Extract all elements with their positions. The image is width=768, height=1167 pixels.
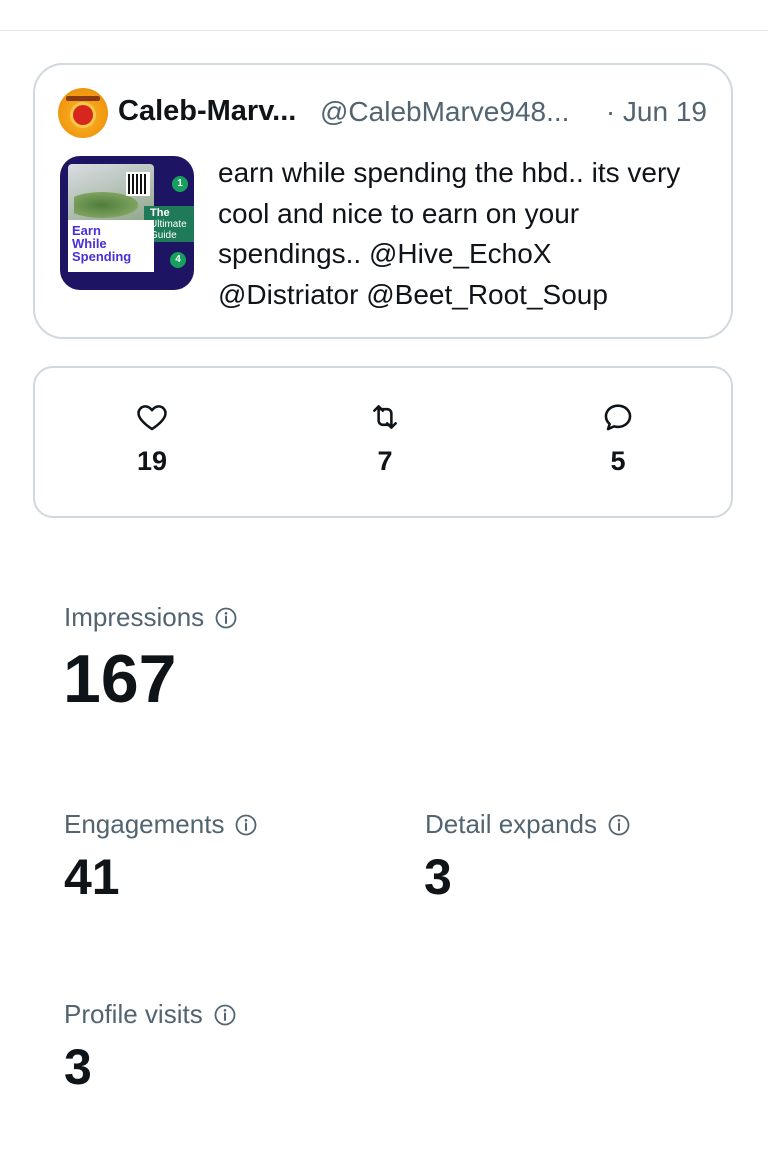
author-handle[interactable]: @CalebMarve948...: [320, 96, 569, 128]
like-action[interactable]: 19: [112, 400, 192, 477]
detail-expands-label: Detail expands: [425, 809, 631, 840]
like-count: 19: [136, 446, 168, 476]
tweet-date[interactable]: · Jun 19: [606, 96, 707, 128]
avatar-emblem: [73, 105, 93, 125]
engagements-value: 41: [64, 849, 120, 905]
qr-code-icon: [126, 172, 150, 196]
info-icon[interactable]: [214, 606, 238, 630]
repost-icon: [373, 405, 397, 429]
author-name[interactable]: Caleb-Marv...: [118, 95, 296, 128]
engagement-card: 19 7 5: [33, 366, 733, 518]
reply-count: 5: [610, 446, 626, 476]
detail-expands-value: 3: [424, 849, 452, 905]
guide-line-1: The: [150, 207, 170, 219]
info-icon[interactable]: [607, 813, 631, 837]
avatar[interactable]: [58, 88, 108, 138]
info-icon[interactable]: [234, 813, 258, 837]
top-divider: [0, 30, 768, 31]
heart-icon: [137, 405, 167, 431]
reply-icon: [604, 404, 632, 431]
guide-line-3: Guide: [150, 230, 177, 241]
headline-line-3: Spending: [72, 249, 132, 264]
profile-visits-label-text: Profile visits: [64, 999, 203, 1029]
step-badge-1: 1: [172, 176, 188, 192]
detail-expands-label-text: Detail expands: [425, 809, 597, 839]
tweet-media-thumbnail[interactable]: The Ultimate Guide Earn While Spending 1…: [60, 156, 194, 290]
engagements-label-text: Engagements: [64, 809, 225, 839]
repost-count: 7: [377, 446, 393, 476]
info-icon[interactable]: [213, 1003, 237, 1027]
avatar-banner: [66, 96, 100, 101]
profile-visits-value: 3: [64, 1039, 92, 1095]
thumbnail-headline: Earn While Spending: [68, 220, 154, 272]
impressions-value: 167: [63, 641, 177, 717]
profile-visits-label: Profile visits: [64, 999, 237, 1030]
tweet-card[interactable]: Caleb-Marv... @CalebMarve948... · Jun 19…: [33, 63, 733, 339]
impressions-label: Impressions: [64, 602, 238, 633]
guide-line-2: Ultimate: [150, 219, 187, 230]
step-badge-4: 4: [170, 252, 186, 268]
engagements-label: Engagements: [64, 809, 258, 840]
repost-action[interactable]: 7: [345, 400, 425, 477]
impressions-label-text: Impressions: [64, 602, 205, 632]
tweet-text: earn while spending the hbd.. its very c…: [218, 157, 681, 310]
reply-action[interactable]: 5: [578, 400, 658, 477]
